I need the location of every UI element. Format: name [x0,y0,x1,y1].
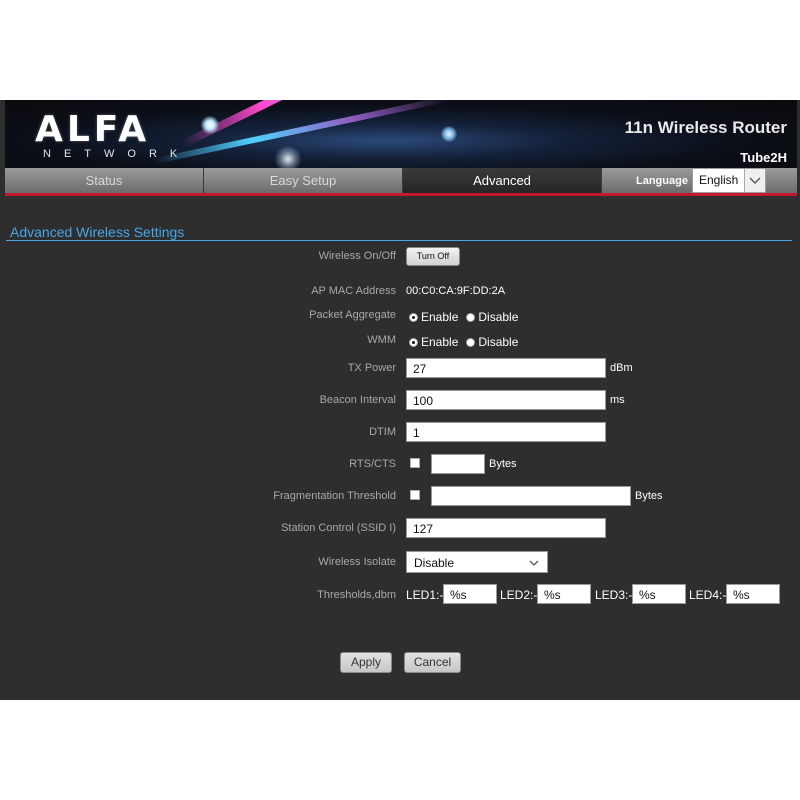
radio-label: Disable [478,335,519,349]
packet-aggregate-enable-radio[interactable] [409,312,418,322]
turn-off-button[interactable]: Turn Off [406,247,460,266]
led2-input[interactable]: %s [537,584,591,604]
language-select[interactable]: English [692,168,766,193]
packet-aggregate-label: Packet Aggregate [309,309,396,321]
wmm-radios: Enable Disable [409,335,518,349]
chevron-down-icon [744,169,765,192]
section-divider [6,240,792,241]
led4-input[interactable]: %s [726,584,780,604]
tx-power-unit: dBm [610,362,633,374]
language-area: Language English [602,168,797,193]
led2-label: LED2:- [500,588,538,602]
rts-cts-checkbox[interactable] [410,458,420,468]
radio-label: Enable [421,310,459,324]
fragmentation-unit: Bytes [635,490,663,502]
language-select-value: English [699,173,739,187]
tab-advanced[interactable]: Advanced [403,168,602,193]
ap-mac-label: AP MAC Address [311,285,396,297]
tx-power-label: TX Power [347,362,396,374]
page-title: Advanced Wireless Settings [10,224,185,240]
station-control-input[interactable]: 127 [406,518,606,538]
banner-light-orb [201,116,219,134]
apply-button[interactable]: Apply [340,652,392,673]
led3-label: LED3:- [595,588,633,602]
router-admin-app: ALFA NETWORK 11n Wireless Router Tube2H … [0,100,800,700]
chevron-down-icon [528,556,540,574]
model-name: Tube2H [740,150,787,165]
radio-label: Disable [478,310,519,324]
banner-light-orb [441,126,457,142]
led3-input[interactable]: %s [632,584,686,604]
beacon-interval-unit: ms [610,394,625,406]
ap-mac-value: 00:C0:CA:9F:DD:2A [406,285,506,297]
packet-aggregate-radios: Enable Disable [409,310,518,324]
wireless-isolate-value: Disable [414,556,455,570]
led1-input[interactable]: %s [443,584,497,604]
radio-label: Enable [421,335,459,349]
dtim-input[interactable]: 1 [406,422,606,442]
thresholds-label: Thresholds,dbm [317,589,396,601]
language-label: Language [636,175,688,187]
header-banner: ALFA NETWORK 11n Wireless Router Tube2H [5,100,797,168]
rts-cts-input[interactable] [431,454,485,474]
alfa-logo: ALFA [35,109,151,150]
tab-easy-setup[interactable]: Easy Setup [204,168,403,193]
wmm-disable-radio[interactable] [466,337,476,347]
wireless-isolate-select[interactable]: Disable [406,551,548,573]
banner-light-orb [275,146,301,168]
fragmentation-input[interactable] [431,486,631,506]
cancel-button[interactable]: Cancel [404,652,461,673]
led1-label: LED1:- [406,588,444,602]
led4-label: LED4:- [689,588,727,602]
station-control-label: Station Control (SSID I) [281,522,396,534]
tx-power-input[interactable]: 27 [406,358,606,378]
main-nav: Status Easy Setup Advanced Language Engl… [5,168,797,193]
packet-aggregate-disable-radio[interactable] [466,312,476,322]
tab-status[interactable]: Status [5,168,204,193]
nav-divider [5,193,797,196]
wireless-isolate-label: Wireless Isolate [318,556,396,568]
wmm-enable-radio[interactable] [409,337,418,347]
beacon-interval-input[interactable]: 100 [406,390,606,410]
beacon-interval-label: Beacon Interval [319,394,396,406]
wmm-label: WMM [367,334,396,346]
fragmentation-label: Fragmentation Threshold [273,490,396,502]
alfa-logo-subtext: NETWORK [43,148,191,160]
rts-cts-unit: Bytes [489,458,517,470]
dtim-label: DTIM [369,426,396,438]
product-title: 11n Wireless Router [624,118,787,137]
rts-cts-label: RTS/CTS [349,458,396,470]
fragmentation-checkbox[interactable] [410,490,420,500]
wireless-onoff-label: Wireless On/Off [318,250,396,262]
